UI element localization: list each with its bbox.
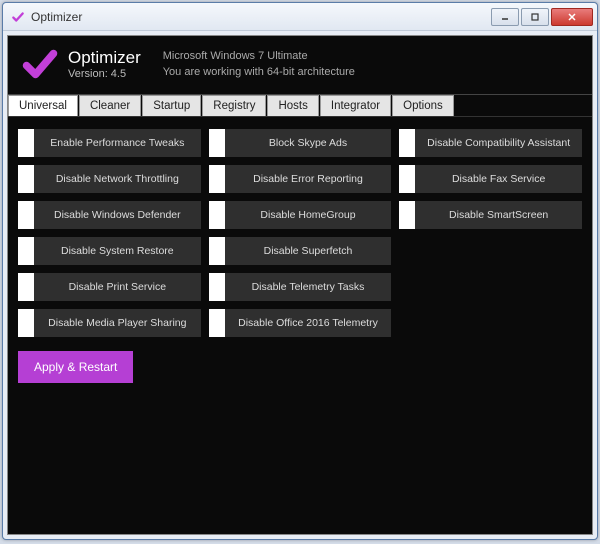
option-item: Disable Print Service [18,273,201,301]
option-checkbox[interactable] [209,237,225,265]
options-grid: Enable Performance Tweaks Block Skype Ads… [18,129,582,337]
option-checkbox[interactable] [18,129,34,157]
app-header: Optimizer Version: 4.5 Microsoft Windows… [8,36,592,95]
option-label[interactable]: Enable Performance Tweaks [34,129,201,157]
option-item: Disable SmartScreen [399,201,582,229]
option-item: Block Skype Ads [209,129,392,157]
header-right: Microsoft Windows 7 Ultimate You are wor… [163,48,355,81]
option-item: Disable HomeGroup [209,201,392,229]
option-checkbox[interactable] [209,309,225,337]
tab-startup[interactable]: Startup [142,95,201,116]
tab-universal[interactable]: Universal [8,95,78,116]
option-checkbox[interactable] [18,165,34,193]
option-checkbox[interactable] [209,273,225,301]
option-item: Disable Compatibility Assistant [399,129,582,157]
option-label[interactable]: Disable Superfetch [225,237,392,265]
option-label[interactable]: Disable HomeGroup [225,201,392,229]
option-item: Disable Error Reporting [209,165,392,193]
option-label[interactable]: Disable Media Player Sharing [34,309,201,337]
minimize-button[interactable] [491,8,519,26]
option-checkbox[interactable] [399,165,415,193]
app-icon [11,10,25,24]
maximize-button[interactable] [521,8,549,26]
option-label[interactable]: Block Skype Ads [225,129,392,157]
option-label[interactable]: Disable Fax Service [415,165,582,193]
tab-options[interactable]: Options [392,95,454,116]
option-checkbox[interactable] [209,165,225,193]
tab-cleaner[interactable]: Cleaner [79,95,141,116]
tab-registry[interactable]: Registry [202,95,266,116]
tab-content-universal: Enable Performance Tweaks Block Skype Ads… [8,117,592,534]
tab-hosts[interactable]: Hosts [267,95,318,116]
titlebar[interactable]: Optimizer [3,3,597,31]
option-label[interactable]: Disable System Restore [34,237,201,265]
app-window: Optimizer Optimizer Version: 4.5 Microso… [2,2,598,540]
arch-line: You are working with 64-bit architecture [163,64,355,81]
option-checkbox[interactable] [209,129,225,157]
option-item: Enable Performance Tweaks [18,129,201,157]
option-label[interactable]: Disable Print Service [34,273,201,301]
option-item: Disable Telemetry Tasks [209,273,392,301]
option-label[interactable]: Disable SmartScreen [415,201,582,229]
option-checkbox[interactable] [18,201,34,229]
logo-check-icon [22,46,58,82]
os-line: Microsoft Windows 7 Ultimate [163,48,355,65]
option-checkbox[interactable] [209,201,225,229]
option-label[interactable]: Disable Telemetry Tasks [225,273,392,301]
apply-restart-button[interactable]: Apply & Restart [18,351,133,383]
app-name: Optimizer [68,48,141,68]
option-item: Disable Network Throttling [18,165,201,193]
option-label[interactable]: Disable Error Reporting [225,165,392,193]
option-item: Disable Superfetch [209,237,392,265]
tab-strip: UniversalCleanerStartupRegistryHostsInte… [8,95,592,117]
header-left: Optimizer Version: 4.5 [68,48,141,80]
window-controls [491,8,593,26]
close-button[interactable] [551,8,593,26]
option-item: Disable Office 2016 Telemetry [209,309,392,337]
option-label[interactable]: Disable Office 2016 Telemetry [225,309,392,337]
option-item: Disable Media Player Sharing [18,309,201,337]
option-checkbox[interactable] [18,273,34,301]
option-checkbox[interactable] [399,129,415,157]
option-item: Disable Fax Service [399,165,582,193]
option-label[interactable]: Disable Network Throttling [34,165,201,193]
window-title: Optimizer [31,10,491,24]
option-item: Disable Windows Defender [18,201,201,229]
version-label: Version: 4.5 [68,68,141,80]
option-checkbox[interactable] [18,309,34,337]
option-item: Disable System Restore [18,237,201,265]
client-area: Optimizer Version: 4.5 Microsoft Windows… [7,35,593,535]
option-label[interactable]: Disable Compatibility Assistant [415,129,582,157]
option-label[interactable]: Disable Windows Defender [34,201,201,229]
option-checkbox[interactable] [18,237,34,265]
tab-integrator[interactable]: Integrator [320,95,391,116]
option-checkbox[interactable] [399,201,415,229]
